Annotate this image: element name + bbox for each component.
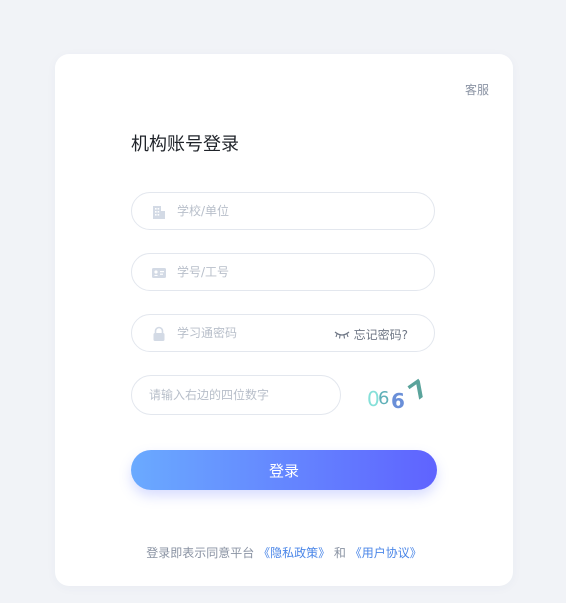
login-button[interactable]: 登录 (131, 450, 437, 490)
forgot-password-label: 忘记密码? (353, 328, 408, 342)
captcha-field[interactable] (131, 375, 341, 415)
eye-closed-icon (334, 331, 350, 339)
agreement-prefix: 登录即表示同意平台 (146, 546, 255, 560)
privacy-policy-link[interactable]: 《隐私政策》 (258, 546, 330, 560)
captcha-input[interactable] (149, 385, 319, 405)
password-input[interactable] (177, 323, 327, 343)
forgot-password-link[interactable]: 忘记密码? (334, 326, 408, 343)
user-agreement-link[interactable]: 《用户协议》 (350, 546, 422, 560)
captcha-char: 6 (391, 389, 405, 413)
captcha-char: 7 (404, 377, 434, 407)
account-field[interactable] (131, 253, 435, 291)
customer-service-link[interactable]: 客服 (465, 81, 489, 98)
account-input[interactable] (177, 262, 327, 282)
building-icon (153, 206, 165, 219)
id-card-icon (152, 268, 166, 278)
school-field[interactable] (131, 192, 435, 230)
lock-icon (153, 326, 165, 341)
captcha-image[interactable]: 0 6 6 7 (365, 377, 441, 413)
captcha-char: 6 (378, 388, 389, 409)
school-input[interactable] (177, 201, 327, 221)
login-card: 客服 机构账号登录 学校/单位 学号/工号 忘记密码? 请输入右边的四位数字 0… (55, 54, 513, 586)
page-title: 机构账号登录 (131, 134, 239, 155)
agreement-conjunction: 和 (333, 546, 346, 560)
password-field[interactable]: 忘记密码? (131, 314, 435, 352)
agreement-text: 登录即表示同意平台 《隐私政策》 和 《用户协议》 (55, 544, 513, 561)
